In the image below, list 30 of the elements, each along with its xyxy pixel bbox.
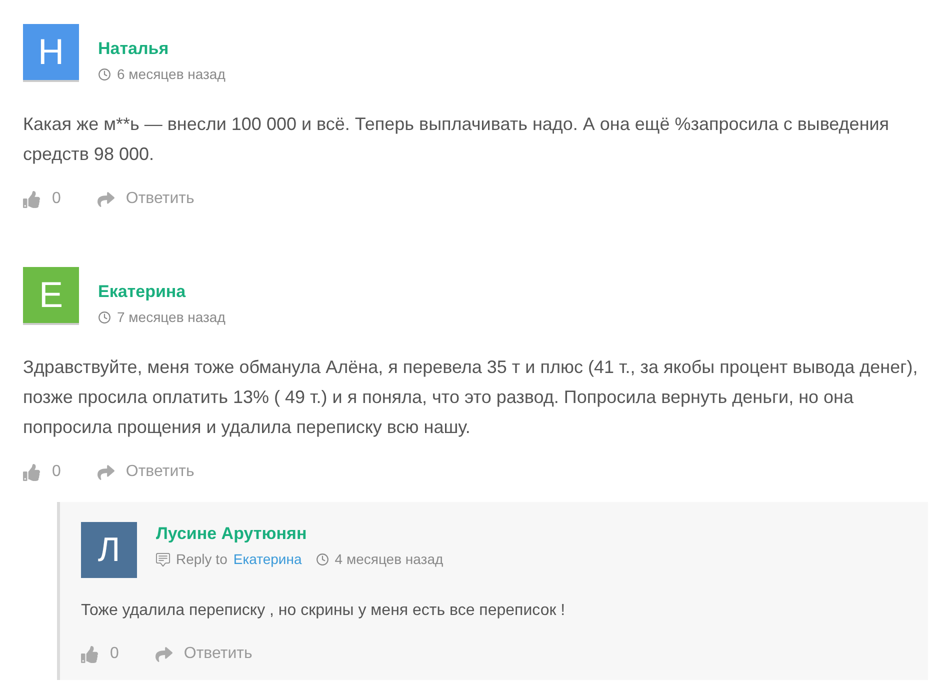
timestamp: 6 месяцев назад: [117, 65, 226, 84]
clock-icon: [316, 553, 329, 566]
avatar: Л: [81, 522, 137, 578]
clock-icon: [98, 68, 111, 81]
like-count: 0: [52, 189, 61, 209]
like-count: 0: [52, 462, 61, 482]
timestamp: 7 месяцев назад: [117, 308, 226, 327]
comment-text: Какая же м**ь — внесли 100 000 и всё. Теперь выплачивать надо. А она ещё %запросила с выведения средств 98 000.: [23, 113, 890, 166]
reply-button[interactable]: Ответить: [96, 187, 194, 211]
reply-arrow-icon: [96, 464, 116, 480]
reply-arrow-icon: [96, 190, 116, 208]
comment-text: Тоже удалила переписку , но скрины у меня есть все переписок !: [81, 601, 566, 621]
reply-button[interactable]: Ответить: [96, 460, 194, 484]
thumbs-up-icon[interactable]: [23, 190, 40, 208]
chat-icon: [156, 552, 170, 566]
reply-arrow-icon: [154, 646, 174, 662]
comment-text: Здравствуйте, меня тоже обманула Алёна, я перевела 35 т и плюс (41 т., за якобы процент вывода денег), позже просила оплатить 13% ( 49 т.) и я поняла, что это развод. Попросила вернуть деньги, но она попросила прощения и удалила переписку всю нашу.: [23, 356, 919, 439]
clock-icon: [98, 311, 111, 324]
author-name[interactable]: Екатерина: [98, 281, 226, 303]
thumbs-up-icon[interactable]: [23, 464, 40, 480]
reply-to-label: Reply to: [176, 550, 228, 569]
thumbs-up-icon[interactable]: [81, 646, 98, 662]
like-count: 0: [110, 644, 119, 664]
timestamp: 4 месяцев назад: [334, 550, 444, 569]
reply-to-link[interactable]: Екатерина: [233, 549, 302, 570]
author-name[interactable]: Наталья: [98, 38, 226, 60]
author-name[interactable]: Лусине Арутюнян: [156, 523, 444, 545]
avatar: Н: [23, 24, 79, 80]
avatar: Е: [23, 267, 79, 323]
reply-button[interactable]: Ответить: [154, 642, 252, 666]
